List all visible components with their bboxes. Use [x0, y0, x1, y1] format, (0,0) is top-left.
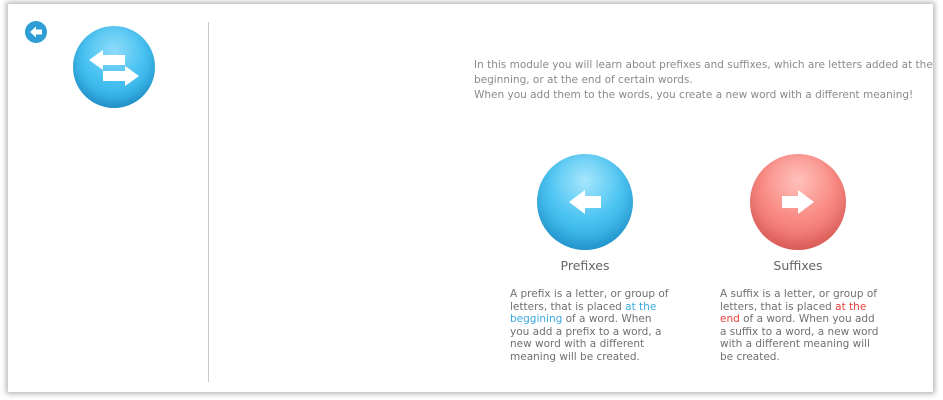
- sidebar-divider: [208, 22, 209, 382]
- suffix-description: A suffix is a letter, or group of letter…: [720, 288, 880, 363]
- app-window: In this module you will learn about pref…: [8, 4, 933, 392]
- arrow-left-icon: [569, 190, 601, 214]
- circle-arrow-left-icon: [30, 26, 42, 38]
- suffix-desc-part2: of a word. When you add a suffix to a wo…: [720, 313, 879, 363]
- swap-arrows-icon: [89, 50, 139, 86]
- prefixes-button[interactable]: [537, 154, 633, 250]
- module-logo: [73, 26, 155, 108]
- back-button[interactable]: [25, 21, 47, 43]
- prefixes-label[interactable]: Prefixes: [525, 258, 645, 273]
- intro-text-1: In this module you will learn about pref…: [474, 59, 933, 86]
- suffixes-button[interactable]: [750, 154, 846, 250]
- prefix-description: A prefix is a letter, or group of letter…: [510, 288, 670, 363]
- module-intro: In this module you will learn about pref…: [474, 58, 934, 103]
- intro-text-2: When you add them to the words, you crea…: [474, 89, 914, 101]
- arrow-right-icon: [782, 190, 814, 214]
- suffixes-label[interactable]: Suffixes: [738, 258, 858, 273]
